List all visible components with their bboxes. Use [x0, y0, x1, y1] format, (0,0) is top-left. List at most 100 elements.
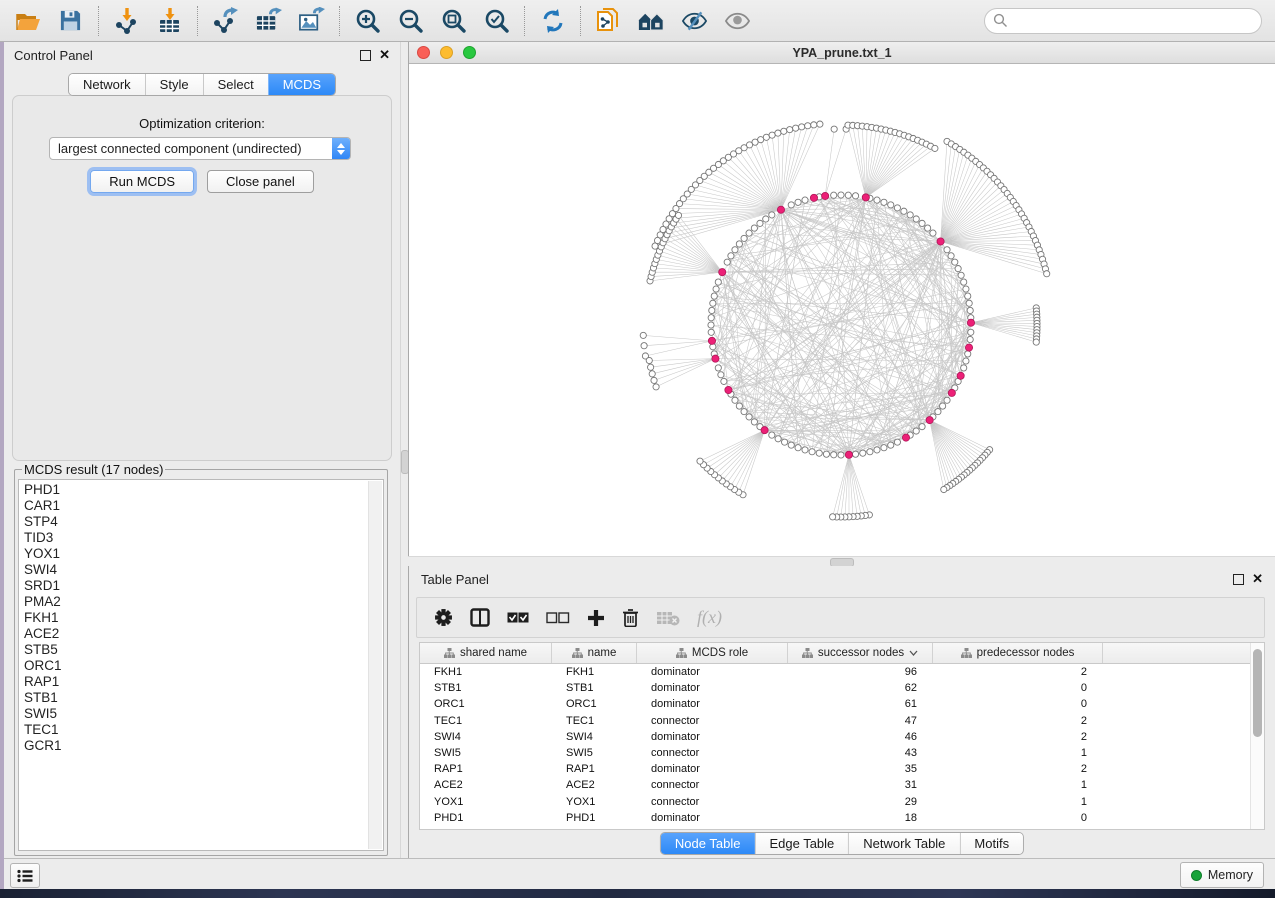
- criterion-dropdown[interactable]: largest connected component (undirected): [49, 137, 351, 160]
- table-row[interactable]: RAP1RAP1dominator352: [420, 761, 1264, 777]
- save-session-icon[interactable]: [57, 7, 84, 34]
- network-node[interactable]: [788, 202, 794, 208]
- network-node[interactable]: [736, 403, 742, 409]
- network-node[interactable]: [965, 351, 971, 357]
- network-node[interactable]: [831, 452, 837, 458]
- tab-mcds[interactable]: MCDS: [268, 74, 335, 95]
- mcds-node[interactable]: [725, 386, 732, 393]
- network-node[interactable]: [732, 247, 738, 253]
- mcds-node[interactable]: [708, 337, 715, 344]
- deselect-all-icon[interactable]: [546, 612, 570, 624]
- mcds-node[interactable]: [948, 389, 955, 396]
- mcds-result-item[interactable]: STP4: [24, 514, 383, 530]
- table-row[interactable]: SWI5SWI5connector431: [420, 745, 1264, 761]
- network-node[interactable]: [675, 212, 681, 218]
- network-node[interactable]: [913, 216, 919, 222]
- network-node[interactable]: [811, 122, 817, 128]
- network-node[interactable]: [653, 384, 659, 390]
- network-node[interactable]: [932, 145, 938, 151]
- network-node[interactable]: [732, 397, 738, 403]
- network-node[interactable]: [913, 428, 919, 434]
- column-header-name[interactable]: name: [552, 643, 637, 663]
- network-node[interactable]: [741, 235, 747, 241]
- network-node[interactable]: [888, 202, 894, 208]
- network-node[interactable]: [838, 452, 844, 458]
- network-node[interactable]: [967, 336, 973, 342]
- show-eye-icon[interactable]: [724, 7, 751, 34]
- mcds-result-item[interactable]: RAP1: [24, 674, 383, 690]
- network-node[interactable]: [894, 439, 900, 445]
- network-node[interactable]: [648, 364, 654, 370]
- network-node[interactable]: [802, 197, 808, 203]
- zoom-fit-icon[interactable]: [440, 7, 467, 34]
- mcds-node[interactable]: [937, 238, 944, 245]
- column-header-successor-nodes[interactable]: successor nodes: [788, 643, 933, 663]
- network-node[interactable]: [881, 199, 887, 205]
- network-node[interactable]: [741, 409, 747, 415]
- mcds-result-list[interactable]: PHD1CAR1STP4TID3YOX1SWI4SRD1PMA2FKH1ACE2…: [18, 479, 384, 851]
- network-node[interactable]: [781, 128, 787, 134]
- network-node[interactable]: [831, 126, 837, 132]
- houses-icon[interactable]: [638, 7, 665, 34]
- table-row[interactable]: TEC1TEC1connector472: [420, 713, 1264, 729]
- network-node[interactable]: [831, 192, 837, 198]
- network-node[interactable]: [881, 445, 887, 451]
- mcds-list-scrollbar[interactable]: [368, 481, 382, 849]
- zoom-out-icon[interactable]: [397, 7, 424, 34]
- network-node[interactable]: [823, 451, 829, 457]
- network-node[interactable]: [963, 286, 969, 292]
- network-node[interactable]: [775, 436, 781, 442]
- network-node[interactable]: [958, 272, 964, 278]
- network-node[interactable]: [769, 132, 775, 138]
- network-node[interactable]: [830, 514, 836, 520]
- table-row[interactable]: PHD1PHD1dominator180: [420, 810, 1264, 826]
- zoom-selected-icon[interactable]: [483, 7, 510, 34]
- run-mcds-button[interactable]: Run MCDS: [90, 170, 194, 193]
- network-node[interactable]: [736, 241, 742, 247]
- network-node[interactable]: [640, 332, 646, 338]
- network-node[interactable]: [709, 307, 715, 313]
- float-panel-icon[interactable]: [1233, 574, 1244, 585]
- mcds-result-item[interactable]: TEC1: [24, 722, 383, 738]
- export-network-icon[interactable]: [212, 7, 239, 34]
- import-network-icon[interactable]: [113, 7, 140, 34]
- search-input[interactable]: [1008, 12, 1253, 29]
- network-node[interactable]: [968, 329, 974, 335]
- network-node[interactable]: [641, 343, 647, 349]
- memory-button[interactable]: Memory: [1180, 862, 1264, 888]
- network-node[interactable]: [901, 208, 907, 214]
- mcds-result-item[interactable]: FKH1: [24, 610, 383, 626]
- network-node[interactable]: [952, 259, 958, 265]
- network-node[interactable]: [874, 447, 880, 453]
- table-row[interactable]: ACE2ACE2connector311: [420, 777, 1264, 793]
- network-node[interactable]: [852, 193, 858, 199]
- mcds-node[interactable]: [957, 372, 964, 379]
- tab-motifs[interactable]: Motifs: [959, 833, 1023, 854]
- network-node[interactable]: [781, 439, 787, 445]
- network-canvas[interactable]: [409, 64, 1274, 557]
- network-node[interactable]: [763, 216, 769, 222]
- network-node[interactable]: [963, 358, 969, 364]
- network-node[interactable]: [697, 458, 703, 464]
- refresh-layout-icon[interactable]: [539, 7, 566, 34]
- table-row[interactable]: YOX1YOX1connector291: [420, 794, 1264, 810]
- network-node[interactable]: [852, 451, 858, 457]
- network-node[interactable]: [787, 127, 793, 133]
- network-node[interactable]: [907, 212, 913, 218]
- network-node[interactable]: [728, 253, 734, 259]
- network-node[interactable]: [948, 253, 954, 259]
- network-node[interactable]: [930, 230, 936, 236]
- mcds-node[interactable]: [862, 194, 869, 201]
- network-node[interactable]: [788, 442, 794, 448]
- mcds-node[interactable]: [777, 206, 784, 213]
- hide-eye-slash-icon[interactable]: [681, 7, 708, 34]
- mcds-result-item[interactable]: SWI4: [24, 562, 383, 578]
- table-row[interactable]: FKH1FKH1dominator962: [420, 664, 1264, 680]
- mcds-node[interactable]: [926, 416, 933, 423]
- network-node[interactable]: [711, 293, 717, 299]
- column-header-predecessor-nodes[interactable]: predecessor nodes: [933, 643, 1103, 663]
- float-panel-icon[interactable]: [360, 50, 371, 61]
- network-graph[interactable]: [409, 64, 1274, 557]
- network-node[interactable]: [751, 419, 757, 425]
- tab-style[interactable]: Style: [145, 74, 203, 95]
